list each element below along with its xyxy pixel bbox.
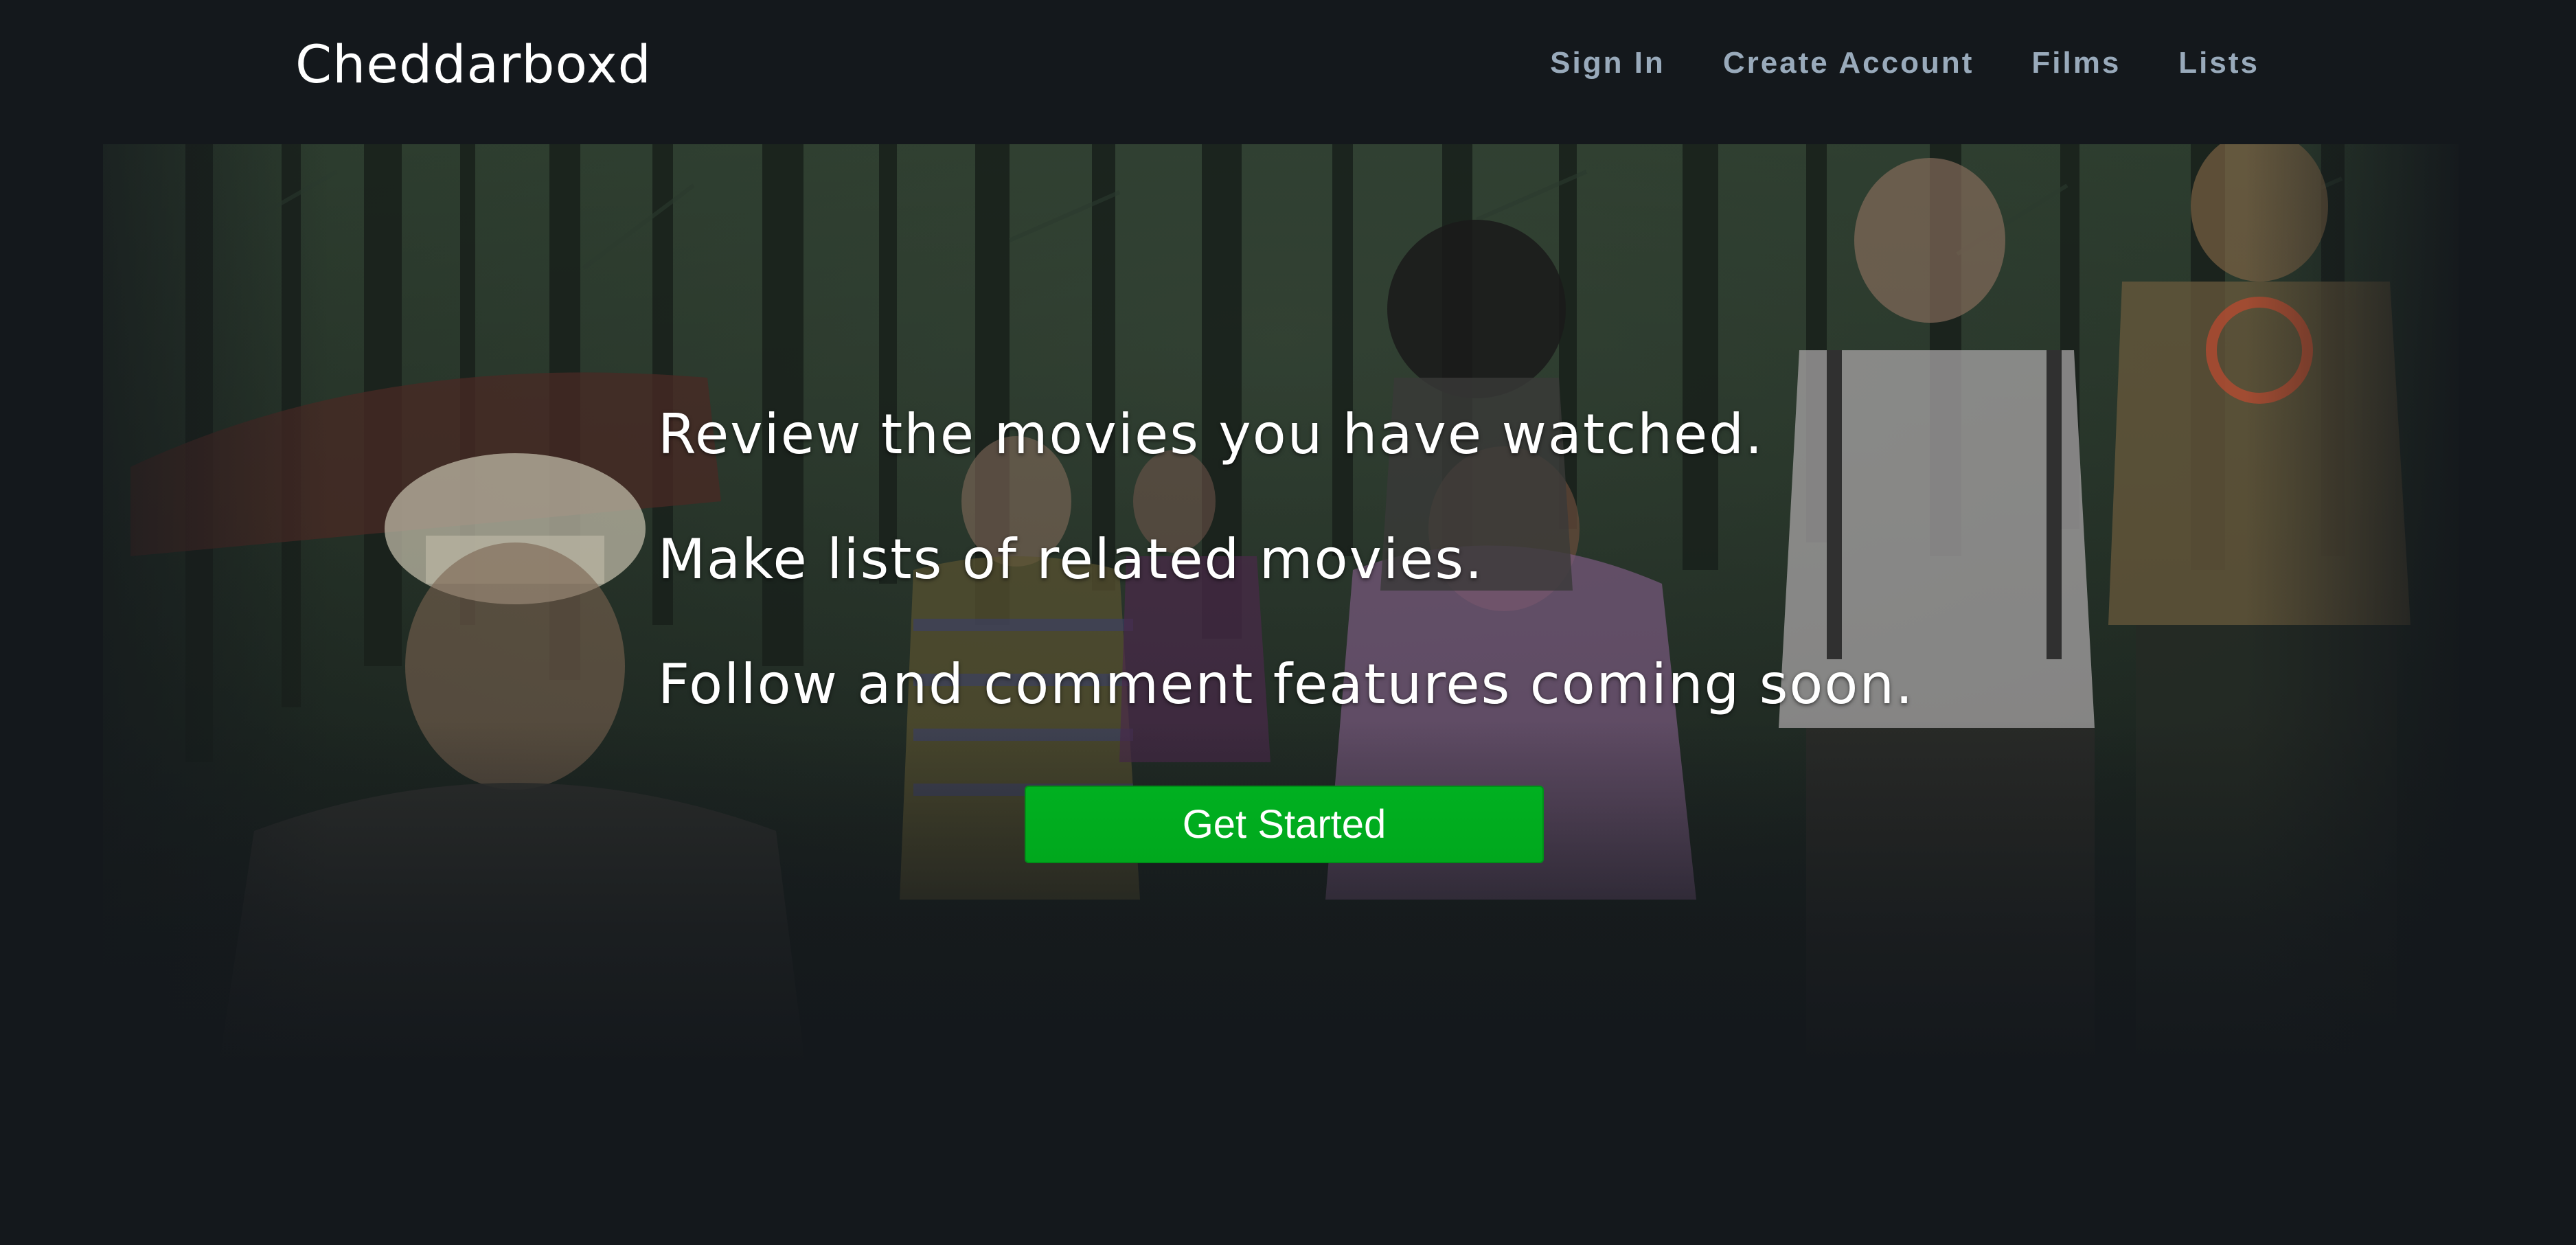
hero-tagline: Review the movies you have watched. Make… <box>658 402 1914 718</box>
hero-line-review: Review the movies you have watched. <box>658 402 1764 466</box>
page: Cheddarboxd Sign In Create Account Films… <box>0 0 2576 1245</box>
nav-sign-in[interactable]: Sign In <box>1550 43 1665 84</box>
main-nav: Sign In Create Account Films Lists <box>1550 43 2259 84</box>
brand-logo[interactable]: Cheddarboxd <box>295 33 652 96</box>
nav-create-account[interactable]: Create Account <box>1723 43 1974 84</box>
nav-lists[interactable]: Lists <box>2178 43 2259 84</box>
get-started-button[interactable]: Get Started <box>1025 786 1544 863</box>
hero-line-lists: Make lists of related movies. <box>658 527 1484 591</box>
nav-films[interactable]: Films <box>2031 43 2121 84</box>
site-header: Cheddarboxd Sign In Create Account Films… <box>0 0 2576 144</box>
hero-line-follow: Follow and comment features coming soon. <box>658 652 1915 716</box>
